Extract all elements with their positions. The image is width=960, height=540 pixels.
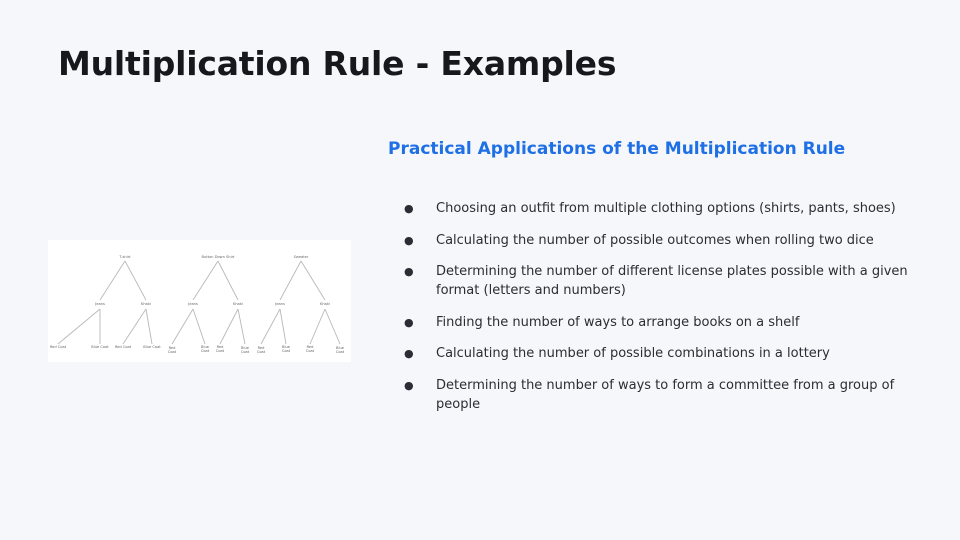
tree-branch [99,260,126,301]
list-item-text: Calculating the number of possible outco… [436,232,874,248]
tree-branch [309,308,326,345]
tree-node-coat: Blue Coat [241,346,250,354]
tree-node-shirt: Button Down Shirt [202,255,236,259]
slide-title: Multiplication Rule - Examples [58,44,617,83]
tree-branch [57,308,101,345]
bullet-icon: ● [404,378,414,392]
tree-branch [260,308,281,345]
list-item-text: Choosing an outfit from multiple clothin… [436,201,896,216]
list-item: ● Determining the number of different li… [404,262,914,300]
tree-node-coat: Blue Coat [201,345,210,353]
tree-node-pants: Jeans [94,302,105,306]
tree-node-pants: Jeans [187,302,198,306]
list-item: ● Calculating the number of possible out… [404,231,914,250]
list-item: ● Determining the number of ways to form… [404,376,914,414]
tree-node-pants: Khaki [233,302,243,306]
tree-node-coat: Red Coat [257,346,266,354]
list-item-text: Determining the number of ways to form a… [436,377,895,412]
tree-branch [122,308,147,345]
bullet-icon: ● [404,315,414,329]
tree-branch [124,260,147,301]
tree-node-coat: Red Coat [50,345,67,349]
tree-node-coat: Red Coat [168,346,177,354]
list-item-text: Finding the number of ways to arrange bo… [436,314,800,330]
tree-branch [145,308,153,345]
bullet-icon: ● [404,202,414,215]
tree-node-coat: Red Coat [216,345,225,353]
list-item: ● Finding the number of ways to arrange … [404,313,914,332]
tree-branch [192,260,219,301]
tree-node-coat: Blue Coat [336,346,345,354]
bullet-icon: ● [404,347,414,360]
tree-node-coat: Red Coat [115,345,132,349]
tree-node-shirt: T-shirt [118,255,131,259]
tree-node-coat: Blue Coat [143,345,161,349]
bullet-icon: ● [404,233,414,247]
tree-branch [324,308,341,345]
tree-node-coat: Red Coat [306,345,315,353]
tree-branch [219,308,239,345]
bullet-icon: ● [404,265,414,278]
tree-node-coat: Blue Coat [91,345,109,349]
tree-branch [217,260,239,301]
tree-branch [171,308,194,345]
tree-branch [279,308,287,345]
tree-node-pants: Jeans [274,302,285,306]
section-subtitle: Practical Applications of the Multiplica… [388,139,846,159]
tree-branch [300,260,326,301]
list-item: ● Calculating the number of possible com… [404,344,914,363]
tree-node-shirt: Sweater [294,255,309,259]
outfit-tree-diagram: T-shirt Jeans Red Coat Blue Coat Khaki Red Co… [48,240,351,362]
list-item: ● Choosing an outfit from multiple cloth… [404,199,914,218]
applications-list: ● Choosing an outfit from multiple cloth… [404,199,914,426]
tree-node-coat: Blue Coat [282,345,291,353]
tree-branch [237,308,246,345]
tree-node-pants: Khaki [141,302,151,306]
tree-diagram-svg: T-shirt Jeans Red Coat Blue Coat Khaki Red Co… [50,255,345,354]
list-item-text: Determining the number of different lice… [436,264,908,298]
tree-branch [192,308,206,345]
tree-node-pants: Khaki [320,302,330,306]
tree-branch [279,260,302,301]
list-item-text: Calculating the number of possible combi… [436,346,830,361]
